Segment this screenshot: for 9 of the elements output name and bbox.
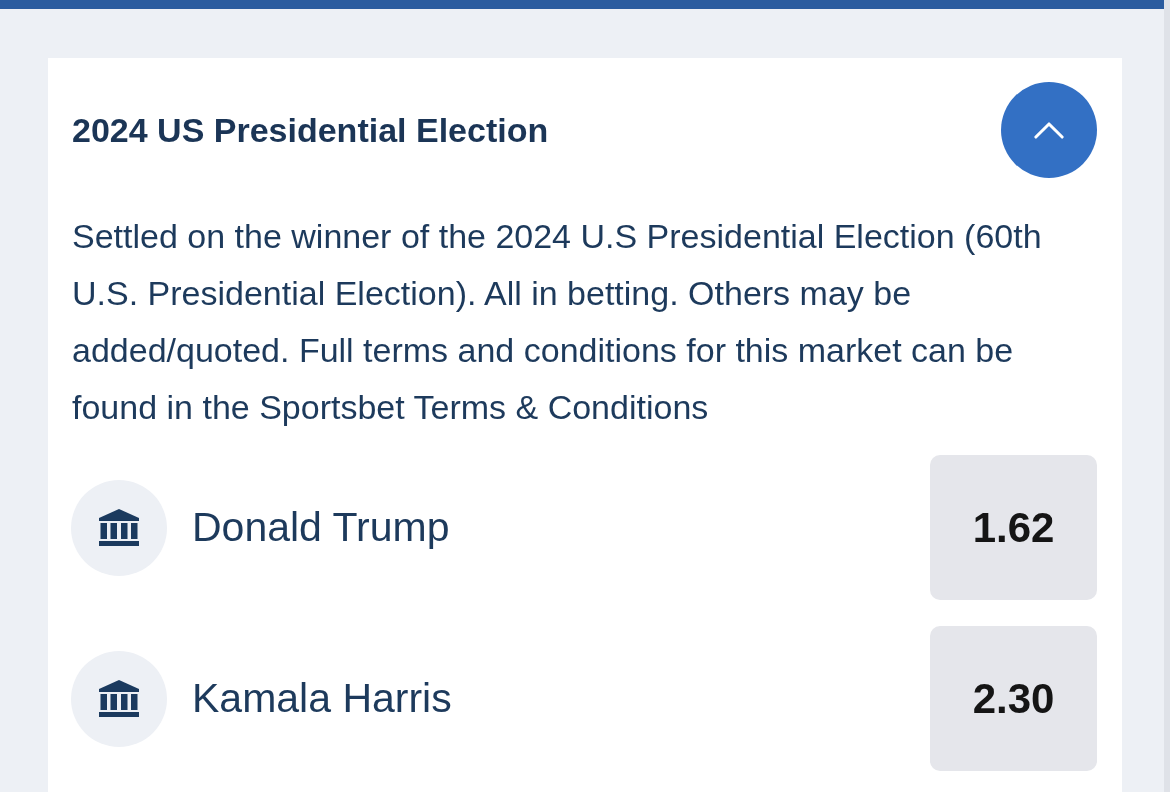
selection-name: Donald Trump (192, 504, 451, 551)
market-description: Settled on the winner of the 2024 U.S Presidential Election (60th U.S. Presidential Election). All in betting. Others may be added/quoted. Full terms and conditions for this market can be found in the Sportsbet Terms & Conditions (72, 216, 1043, 428)
chevron-up-icon (1034, 121, 1064, 139)
bank-icon (71, 650, 167, 747)
bank-icon (71, 479, 167, 576)
odds-button[interactable]: 2.30 (930, 626, 1097, 771)
selection-name: Kamala Harris (192, 675, 453, 722)
odds-button[interactable]: 1.62 (930, 455, 1097, 600)
market-title: 2024 US Presidential Election (72, 110, 549, 150)
